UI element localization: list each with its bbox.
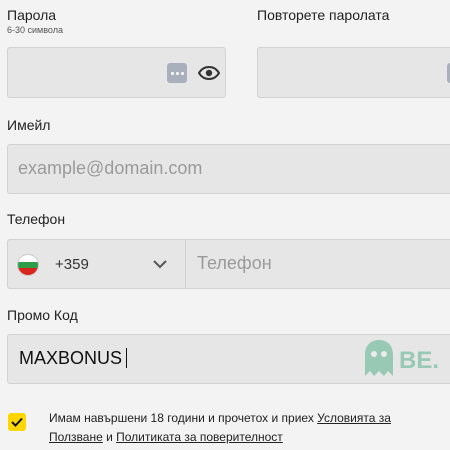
- phone-placeholder: Телефон: [197, 253, 272, 273]
- email-field[interactable]: example@domain.com: [7, 144, 450, 194]
- password-field[interactable]: [7, 47, 226, 98]
- watermark-text: BE.: [399, 347, 440, 374]
- phone-input-group: +359 Телефон: [7, 239, 450, 289]
- password-label: Парола: [7, 7, 57, 23]
- consent-text-before: Имам навършени 18 години и прочетох и пр…: [49, 411, 318, 425]
- email-placeholder: example@domain.com: [18, 158, 203, 178]
- promo-code-label: Промо Код: [7, 307, 78, 323]
- country-code-value: +359: [55, 256, 89, 273]
- promo-code-value: MAXBONUS: [19, 348, 123, 368]
- consent-text: Имам навършени 18 години и прочетох и пр…: [49, 409, 439, 447]
- chevron-down-icon: [153, 260, 167, 269]
- email-label: Имейл: [7, 117, 51, 133]
- watermark-logo: BE.: [362, 338, 450, 380]
- consent-checkbox[interactable]: [8, 413, 26, 431]
- password-hint: 6-30 символа: [7, 25, 63, 35]
- show-password-icon[interactable]: [198, 66, 220, 80]
- privacy-policy-link[interactable]: Политиката за поверителност: [116, 430, 283, 444]
- checkmark-icon: [11, 417, 23, 427]
- password-manager-icon[interactable]: [167, 63, 187, 83]
- text-cursor: [126, 348, 127, 368]
- consent-joiner: и: [102, 430, 117, 444]
- ghost-icon: [365, 340, 393, 376]
- repeat-password-label: Повторете паролата: [257, 7, 390, 23]
- bulgaria-flag-icon: [17, 254, 39, 276]
- repeat-password-field[interactable]: [257, 47, 450, 98]
- country-code-select[interactable]: +359: [8, 240, 185, 288]
- phone-number-input[interactable]: Телефон: [186, 240, 450, 288]
- phone-label: Телефон: [7, 211, 66, 227]
